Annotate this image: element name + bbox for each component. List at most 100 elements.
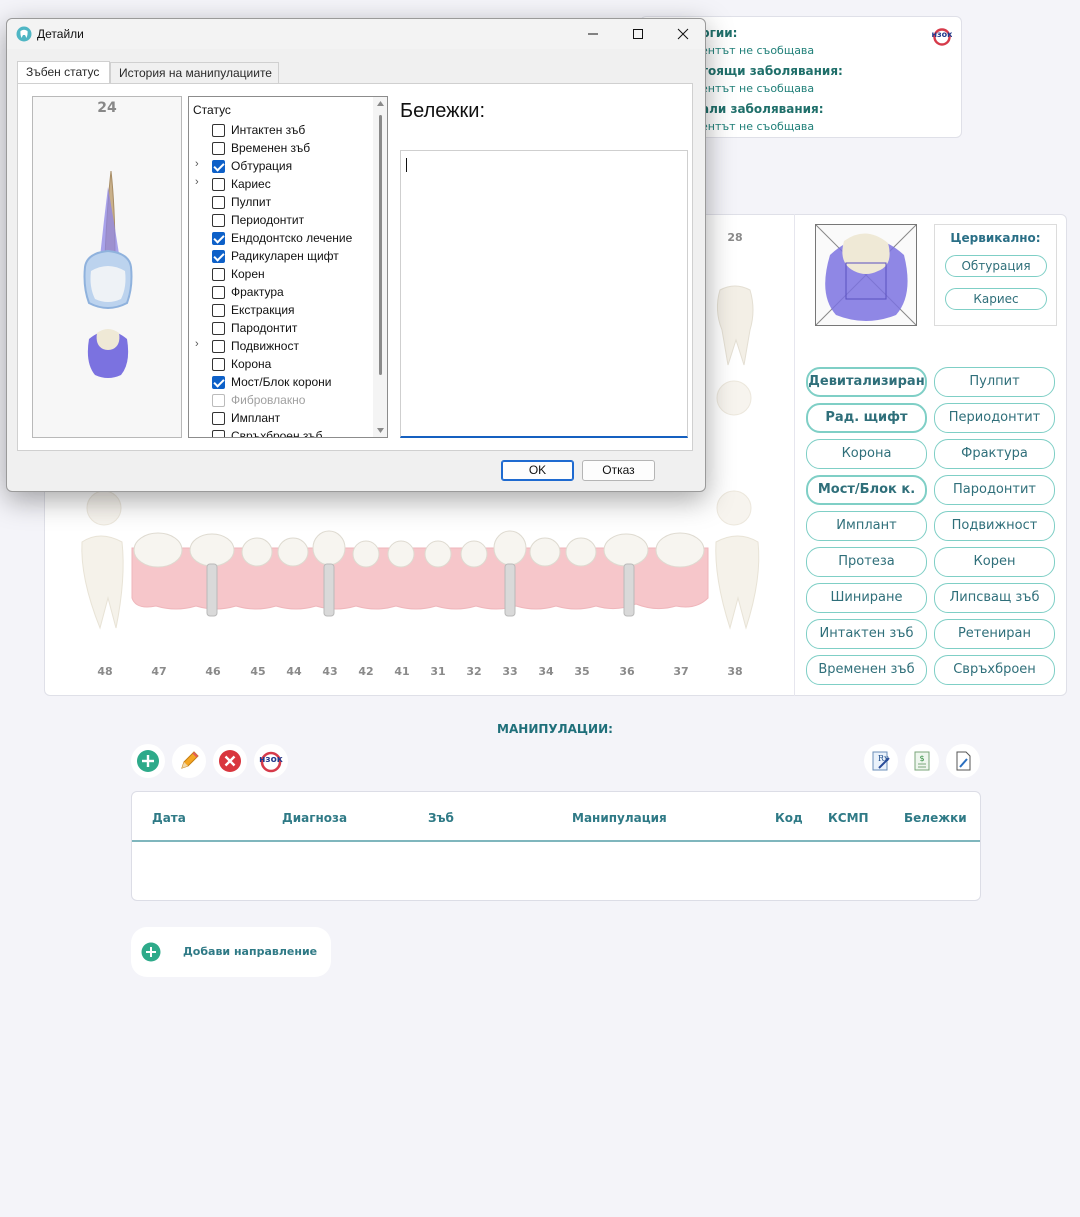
status-checkbox[interactable]	[212, 286, 225, 299]
edit-manipulation-button[interactable]	[172, 744, 206, 778]
status-item[interactable]: › Подвижност	[189, 337, 373, 355]
chevron-right-icon[interactable]: ›	[195, 176, 199, 188]
status-item[interactable]: Свръхброен зъб	[189, 427, 373, 437]
status-checkbox[interactable]	[212, 430, 225, 437]
scroll-up-icon[interactable]	[376, 100, 385, 107]
status-checkbox[interactable]	[212, 340, 225, 353]
status-item[interactable]: Мост/Блок корони	[189, 373, 373, 391]
nhif-logo-icon[interactable]: нзок	[932, 26, 952, 46]
column-header-diagnosis[interactable]: Диагноза	[282, 811, 347, 825]
minimize-button[interactable]	[570, 19, 616, 49]
document-button[interactable]	[946, 744, 980, 778]
status-supernumerary-button[interactable]: Свръхброен	[934, 655, 1055, 685]
status-checkbox[interactable]	[212, 160, 225, 173]
status-missing-tooth-button[interactable]: Липсващ зъб	[934, 583, 1055, 613]
status-splinting-button[interactable]: Шиниране	[806, 583, 927, 613]
tooth-28-occlusal[interactable]	[714, 378, 754, 418]
status-fracture-button[interactable]: Фрактура	[934, 439, 1055, 469]
cervical-filling-button[interactable]: Обтурация	[945, 255, 1047, 277]
status-item[interactable]: Корен	[189, 265, 373, 283]
tooth-48-occlusal[interactable]	[84, 488, 124, 528]
status-parodontitis-button[interactable]: Пародонтит	[934, 475, 1055, 505]
status-denture-button[interactable]: Протеза	[806, 547, 927, 577]
status-scrollbar[interactable]	[373, 97, 387, 437]
column-header-date[interactable]: Дата	[152, 811, 186, 825]
dialog-title: Детайли	[37, 27, 84, 41]
info-value-current-diseases: ентът не съобщава	[701, 82, 815, 95]
tab-manipulation-history[interactable]: История на манипулациите	[110, 62, 279, 84]
status-mobility-button[interactable]: Подвижност	[934, 511, 1055, 541]
tooth-38-occlusal[interactable]	[714, 488, 754, 528]
status-checkbox[interactable]	[212, 268, 225, 281]
status-crown-button[interactable]: Корона	[806, 439, 927, 469]
status-checkbox[interactable]	[212, 322, 225, 335]
scroll-down-icon[interactable]	[376, 427, 385, 434]
status-checkbox[interactable]	[212, 412, 225, 425]
add-manipulation-button[interactable]	[131, 744, 165, 778]
chevron-right-icon[interactable]: ›	[195, 338, 199, 350]
tab-tooth-status[interactable]: Зъбен статус	[17, 61, 110, 85]
scrollbar-thumb[interactable]	[379, 115, 382, 375]
status-devitalized-button[interactable]: Девитализиран	[806, 367, 927, 397]
tooth-number-35: 35	[574, 665, 590, 678]
column-header-code[interactable]: Код	[775, 811, 803, 825]
cancel-button[interactable]: Отказ	[582, 460, 655, 481]
status-checkbox[interactable]	[212, 214, 225, 227]
status-temporary-tooth-button[interactable]: Временен зъб	[806, 655, 927, 685]
tooth-card: 24	[32, 96, 182, 438]
tooth-number-43: 43	[322, 665, 338, 678]
status-item[interactable]: Фибровлакно	[189, 391, 373, 409]
status-item[interactable]: Периодонтит	[189, 211, 373, 229]
maximize-button[interactable]	[615, 19, 661, 49]
tooth-number-31: 31	[430, 665, 446, 678]
chevron-right-icon[interactable]: ›	[195, 158, 199, 170]
status-checkbox[interactable]	[212, 196, 225, 209]
status-periodontitis-button[interactable]: Периодонтит	[934, 403, 1055, 433]
prescription-button[interactable]: Rx	[864, 744, 898, 778]
tooth-surface-preview[interactable]	[815, 224, 917, 326]
lower-jaw-drawing[interactable]	[76, 528, 766, 638]
dialog-titlebar[interactable]: Детайли	[7, 19, 705, 49]
column-header-ksmp[interactable]: КСМП	[828, 811, 869, 825]
status-impacted-button[interactable]: Ретениран	[934, 619, 1055, 649]
status-item[interactable]: › Обтурация	[189, 157, 373, 175]
status-checkbox[interactable]	[212, 142, 225, 155]
status-root-post-button[interactable]: Рад. щифт	[806, 403, 927, 433]
invoice-button[interactable]: $	[905, 744, 939, 778]
cervical-caries-button[interactable]: Кариес	[945, 288, 1047, 310]
status-item[interactable]: Корона	[189, 355, 373, 373]
status-checkbox[interactable]	[212, 358, 225, 371]
status-intact-tooth-button[interactable]: Интактен зъб	[806, 619, 927, 649]
status-item[interactable]: Екстракция	[189, 301, 373, 319]
column-header-manipulation[interactable]: Манипулация	[572, 811, 667, 825]
status-item[interactable]: Временен зъб	[189, 139, 373, 157]
column-header-notes[interactable]: Бележки	[904, 811, 967, 825]
status-checkbox[interactable]	[212, 124, 225, 137]
status-checkbox[interactable]	[212, 304, 225, 317]
status-implant-button[interactable]: Имплант	[806, 511, 927, 541]
status-item[interactable]: Пулпит	[189, 193, 373, 211]
tooth-28-image[interactable]	[712, 280, 758, 370]
status-checkbox[interactable]	[212, 376, 225, 389]
status-item[interactable]: Имплант	[189, 409, 373, 427]
status-bridge-button[interactable]: Мост/Блок к.	[806, 475, 927, 505]
nhif-button[interactable]: нзок	[254, 744, 288, 778]
status-item[interactable]: Пародонтит	[189, 319, 373, 337]
status-pulpitis-button[interactable]: Пулпит	[934, 367, 1055, 397]
notes-textarea[interactable]	[400, 150, 688, 438]
status-item[interactable]: › Кариес	[189, 175, 373, 193]
status-item-label: Корона	[231, 357, 272, 371]
status-item[interactable]: Ендодонтско лечение	[189, 229, 373, 247]
status-checkbox[interactable]	[212, 250, 225, 263]
status-item[interactable]: Радикуларен щифт	[189, 247, 373, 265]
status-root-button[interactable]: Корен	[934, 547, 1055, 577]
close-button[interactable]	[660, 19, 706, 49]
status-checkbox[interactable]	[212, 178, 225, 191]
ok-button[interactable]: OK	[501, 460, 574, 481]
column-header-tooth[interactable]: Зъб	[428, 811, 454, 825]
delete-manipulation-button[interactable]	[213, 744, 247, 778]
status-item[interactable]: Фрактура	[189, 283, 373, 301]
status-item[interactable]: Интактен зъб	[189, 121, 373, 139]
status-checkbox[interactable]	[212, 232, 225, 245]
add-referral-button[interactable]: Добави направление	[131, 927, 331, 977]
